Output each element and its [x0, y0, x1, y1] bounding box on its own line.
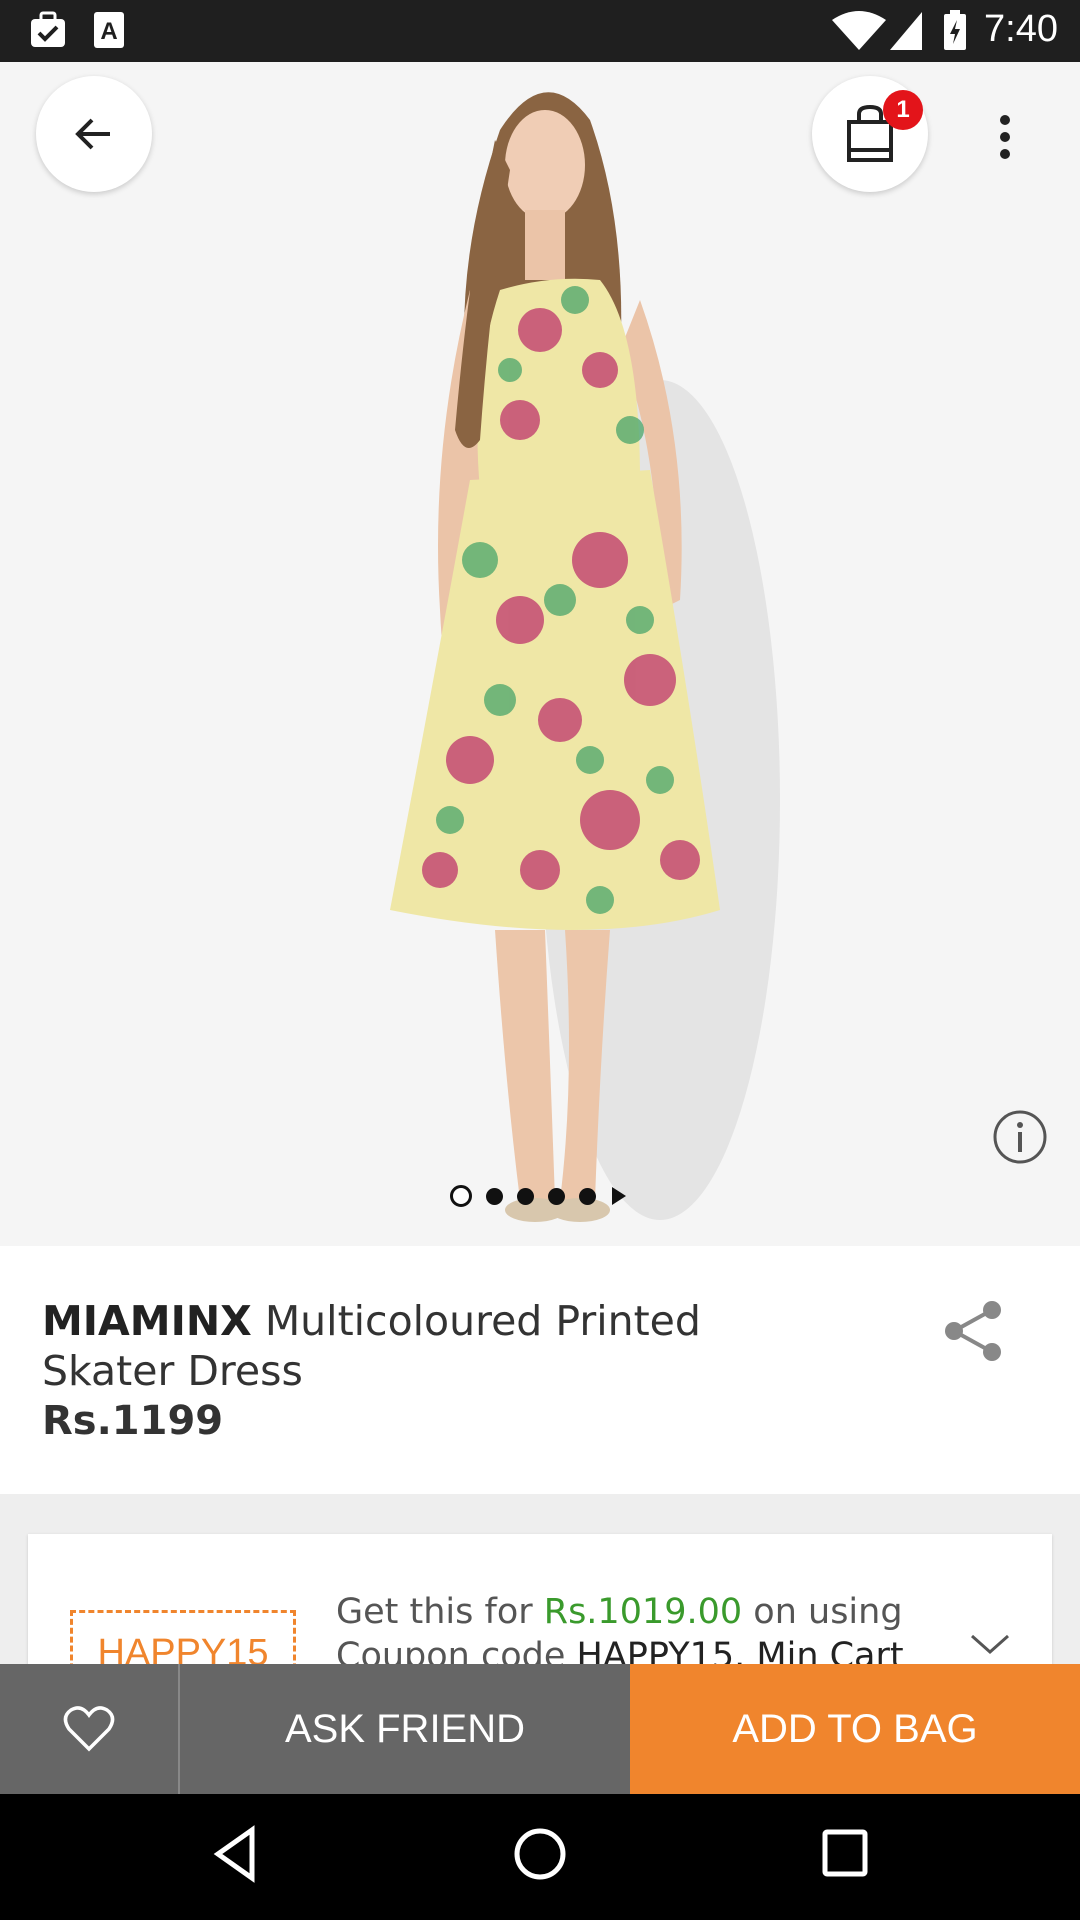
system-nav-bar: [0, 1794, 1080, 1920]
pagination-dot[interactable]: [517, 1187, 534, 1205]
coupon-discount-price: Rs.1019.00: [543, 1592, 743, 1632]
share-icon[interactable]: [940, 1296, 1010, 1366]
arrow-left-icon: [75, 118, 110, 150]
nav-back-icon[interactable]: [210, 1824, 260, 1884]
cart-count-badge: 1: [883, 90, 923, 130]
nav-home-icon[interactable]: [512, 1824, 568, 1884]
heart-icon: [63, 1706, 115, 1752]
product-price: Rs.1199: [42, 1398, 224, 1444]
nav-recents-icon[interactable]: [820, 1824, 870, 1884]
pagination-dot[interactable]: [548, 1187, 565, 1205]
product-brand: MIAMINX: [42, 1297, 252, 1345]
coupon-text-middle: on using: [742, 1592, 903, 1632]
pagination-dot[interactable]: [579, 1187, 596, 1205]
wishlist-button[interactable]: [0, 1664, 180, 1794]
coupon-text-prefix: Get this for: [336, 1592, 544, 1632]
status-time: 7:40: [984, 8, 1058, 50]
product-title: MIAMINX Multicoloured Printed Skater Dre…: [42, 1296, 842, 1396]
image-pagination: [450, 1184, 628, 1208]
product-info: MIAMINX Multicoloured Printed Skater Dre…: [0, 1246, 1080, 1494]
signal-icon: [890, 12, 922, 50]
back-button[interactable]: [36, 76, 152, 192]
pagination-dot[interactable]: [486, 1187, 503, 1205]
chevron-down-icon[interactable]: [968, 1632, 1012, 1658]
play-next-icon[interactable]: [610, 1185, 628, 1207]
add-to-bag-button[interactable]: ADD TO BAG: [630, 1664, 1080, 1794]
a-font-icon: A: [94, 12, 124, 48]
pagination-dot[interactable]: [450, 1185, 472, 1207]
product-image-carousel[interactable]: 1: [0, 62, 1080, 1246]
ask-friend-button[interactable]: ASK FRIEND: [180, 1664, 630, 1794]
action-bar: ASK FRIEND ADD TO BAG: [0, 1664, 1080, 1794]
more-options-icon[interactable]: [990, 112, 1020, 162]
info-icon[interactable]: [992, 1109, 1048, 1165]
battery-charging-icon: [944, 10, 966, 50]
briefcase-check-icon: [31, 11, 65, 47]
status-bar: A 7:40: [0, 0, 1080, 62]
product-image: [390, 92, 780, 1222]
wifi-icon: [832, 11, 886, 50]
svg-text:A: A: [100, 18, 117, 45]
